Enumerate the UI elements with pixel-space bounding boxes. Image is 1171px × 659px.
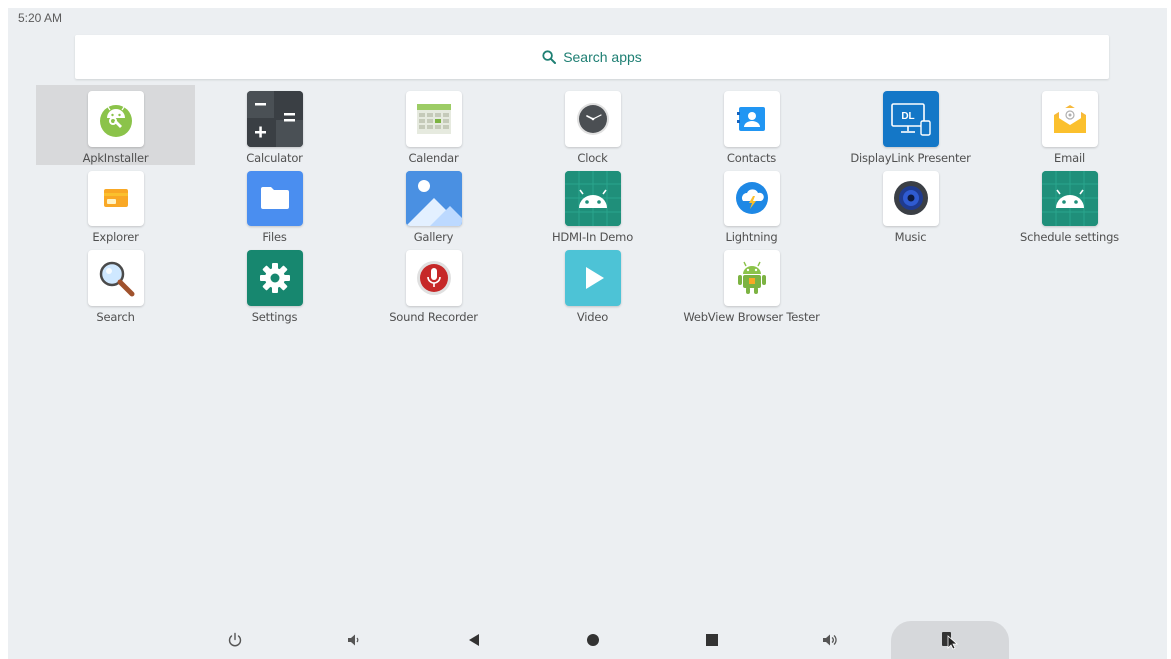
app-video[interactable]: Video xyxy=(513,244,672,324)
app-label: Calendar xyxy=(408,150,459,165)
app-email[interactable]: Email xyxy=(990,85,1149,165)
clock-icon xyxy=(564,91,621,147)
status-time: 5:20 AM xyxy=(18,11,63,25)
volume-up-icon xyxy=(823,634,837,646)
app-label: Lightning xyxy=(725,230,778,244)
recents-button[interactable] xyxy=(692,621,732,659)
search-apps-bar[interactable]: Search apps xyxy=(75,35,1109,79)
app-label: Email xyxy=(1054,150,1085,165)
explorer-icon xyxy=(87,170,144,226)
app-label: DisplayLink Presenter xyxy=(850,150,971,165)
app-hdmi-in-demo[interactable]: HDMI-In Demo xyxy=(513,165,672,244)
home-screen: 5:20 AM Search apps ApkInstaller Calcula… xyxy=(8,8,1167,659)
android-icon xyxy=(1041,170,1098,226)
app-webview-browser-tester[interactable]: WebView Browser Tester xyxy=(672,244,831,324)
mouse-cursor-icon xyxy=(942,632,959,650)
app-settings[interactable]: Settings xyxy=(195,244,354,324)
music-speaker-icon xyxy=(882,170,939,226)
app-apkinstaller[interactable]: ApkInstaller xyxy=(36,85,195,165)
app-contacts[interactable]: Contacts xyxy=(672,85,831,165)
home-button[interactable] xyxy=(573,621,613,659)
volume-up-button[interactable] xyxy=(811,621,851,659)
app-label: Calculator xyxy=(246,150,303,165)
app-label: Settings xyxy=(251,309,298,324)
volume-down-icon xyxy=(348,634,359,646)
android-icon xyxy=(564,170,621,226)
app-clock[interactable]: Clock xyxy=(513,85,672,165)
displaylink-icon: DL xyxy=(882,91,939,147)
app-label: Contacts xyxy=(726,150,777,165)
contacts-icon xyxy=(723,91,780,147)
app-label: ApkInstaller xyxy=(82,150,149,165)
android-installer-icon xyxy=(87,91,144,147)
app-label: Explorer xyxy=(92,230,139,244)
video-play-icon xyxy=(564,250,621,306)
app-files[interactable]: Files xyxy=(195,165,354,244)
app-grid: ApkInstaller Calculator Calendar Clock C… xyxy=(36,85,1156,324)
app-calculator[interactable]: Calculator xyxy=(195,85,354,165)
power-button[interactable] xyxy=(215,621,255,659)
app-label: HDMI-In Demo xyxy=(551,230,634,244)
displaylink-icon-text: DL xyxy=(901,111,914,122)
mouse-mode-button[interactable] xyxy=(891,621,1009,659)
app-label: Files xyxy=(262,230,287,244)
power-icon xyxy=(228,632,242,647)
android-robot-icon xyxy=(723,250,780,306)
lightning-icon xyxy=(723,170,780,226)
app-search[interactable]: Search xyxy=(36,244,195,324)
back-button[interactable] xyxy=(454,621,494,659)
app-explorer[interactable]: Explorer xyxy=(36,165,195,244)
app-label: Clock xyxy=(577,150,608,165)
settings-gear-icon xyxy=(246,250,303,306)
app-gallery[interactable]: Gallery xyxy=(354,165,513,244)
home-icon xyxy=(587,634,599,646)
app-displaylink-presenter[interactable]: DL DisplayLink Presenter xyxy=(831,85,990,165)
app-label: WebView Browser Tester xyxy=(683,309,820,324)
microphone-icon xyxy=(405,250,462,306)
calculator-icon xyxy=(246,91,303,147)
back-icon xyxy=(469,634,479,646)
recents-icon xyxy=(706,634,718,646)
gallery-icon xyxy=(405,170,462,226)
navigation-bar xyxy=(8,621,1167,659)
app-lightning[interactable]: Lightning xyxy=(672,165,831,244)
app-label: Video xyxy=(576,309,609,324)
app-label: Music xyxy=(894,230,927,244)
app-label: Schedule settings xyxy=(1020,230,1119,244)
calendar-icon xyxy=(405,91,462,147)
app-label: Sound Recorder xyxy=(389,309,478,324)
app-music[interactable]: Music xyxy=(831,165,990,244)
app-schedule-settings[interactable]: Schedule settings xyxy=(990,165,1149,244)
app-label: Gallery xyxy=(413,230,454,244)
search-apps-label: Search apps xyxy=(563,49,642,65)
magnifier-icon xyxy=(87,250,144,306)
search-icon xyxy=(542,50,557,64)
app-sound-recorder[interactable]: Sound Recorder xyxy=(354,244,513,324)
app-label: Search xyxy=(96,309,135,324)
email-icon xyxy=(1041,91,1098,147)
volume-down-button[interactable] xyxy=(334,621,374,659)
files-folder-icon xyxy=(246,170,303,226)
app-calendar[interactable]: Calendar xyxy=(354,85,513,165)
